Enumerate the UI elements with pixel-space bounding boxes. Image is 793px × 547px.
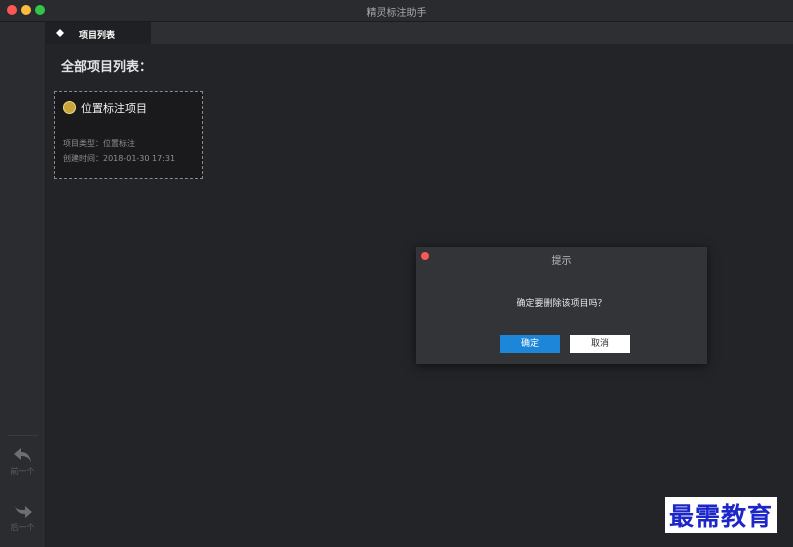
undo-arrow-icon: [0, 446, 45, 464]
next-label: 后一个: [10, 523, 35, 532]
cancel-button[interactable]: 取消: [570, 335, 630, 353]
redo-arrow-icon: [0, 502, 45, 520]
project-icon: [63, 101, 76, 114]
title-bar: 精灵标注助手: [0, 0, 793, 22]
sidebar: 前一个 后一个: [0, 22, 46, 547]
prev-label: 前一个: [10, 467, 35, 476]
prev-button[interactable]: 前一个: [0, 446, 45, 477]
diamond-icon: [56, 29, 64, 40]
app-title: 精灵标注助手: [366, 8, 427, 19]
project-title: 位置标注项目: [81, 102, 147, 115]
project-type: 项目类型：位置标注: [63, 139, 135, 148]
project-card[interactable]: 位置标注项目 项目类型：位置标注 创建时间：2018-01-30 17:31: [54, 91, 203, 179]
section-title: 全部项目列表：: [61, 60, 153, 75]
project-created-time: 创建时间：2018-01-30 17:31: [63, 154, 176, 163]
confirm-button[interactable]: 确定: [500, 335, 560, 353]
tab-label: 项目列表: [79, 31, 116, 41]
confirm-dialog: 提示 确定要删除该项目吗？ 确定 取消: [416, 247, 707, 364]
next-button[interactable]: 后一个: [0, 502, 45, 533]
tab-bar: 项目列表: [46, 22, 793, 44]
dialog-message: 确定要删除该项目吗？: [516, 299, 607, 309]
tab-project-list[interactable]: 项目列表: [46, 22, 151, 44]
sidebar-divider: [8, 435, 38, 436]
watermark: 最需教育: [665, 497, 778, 533]
dialog-title: 提示: [551, 256, 572, 267]
